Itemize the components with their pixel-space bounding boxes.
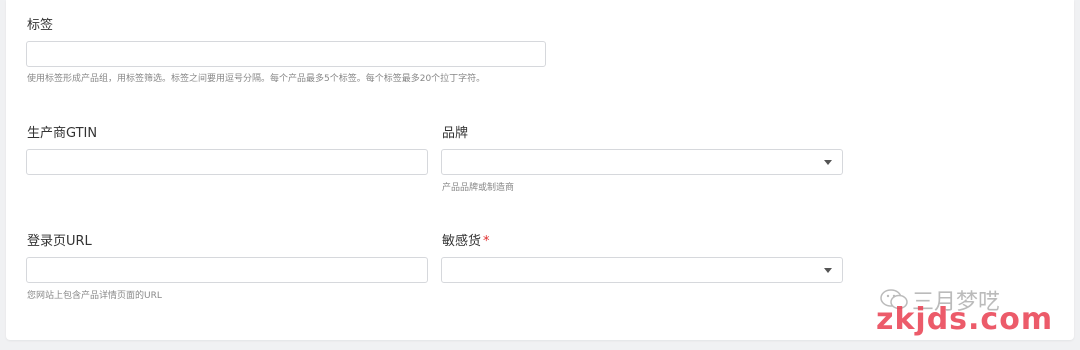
tags-help-text: 使用标签形成产品组，用标签筛选。标签之间要用逗号分隔。每个产品最多5个标签。每个… [27,74,486,84]
chevron-down-icon [824,268,832,273]
landing-url-input-wrapper [26,257,428,283]
required-mark: * [483,234,490,249]
tags-label: 标签 [27,18,54,33]
chevron-down-icon [824,160,832,165]
landing-url-label: 登录页URL [27,234,92,249]
sensitive-label: 敏感货 * [442,234,490,250]
sensitive-label-text: 敏感货 [442,234,482,249]
brand-label: 品牌 [442,126,469,141]
gtin-input[interactable] [27,150,427,174]
gtin-label: 生产商GTIN [27,126,98,141]
tags-input-wrapper [26,41,546,67]
watermark-site: zkjds.com [876,302,1054,337]
landing-url-input[interactable] [27,258,427,282]
sensitive-select[interactable] [441,257,843,283]
landing-url-help-text: 您网站上包含产品详情页面的URL [27,291,162,301]
brand-help-text: 产品品牌或制造商 [442,183,515,193]
brand-select[interactable] [441,149,843,175]
tags-input[interactable] [27,42,545,66]
watermark: 三月梦呓 zkjds.com [872,282,1072,342]
gtin-input-wrapper [26,149,428,175]
